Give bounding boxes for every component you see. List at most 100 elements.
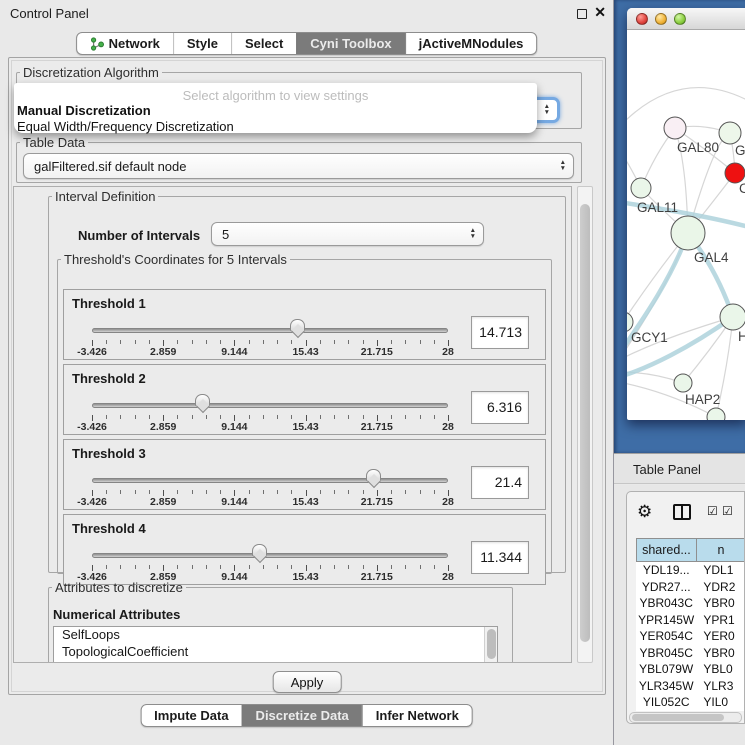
tab-label: Network [109,36,160,51]
tab-style[interactable]: Style [173,33,231,54]
slider-thumb[interactable] [195,394,210,406]
network-node-label: GAL11 [637,200,678,215]
slider-track[interactable] [92,553,448,558]
slider-tick [120,415,121,419]
threshold-value-field[interactable]: 6.316 [471,391,529,424]
slider-tick [192,490,193,494]
network-desktop: GAL80GACGAL11GAL4GCY1HHAP2 [614,0,745,453]
table-row[interactable]: YER054CYER0 [636,628,745,645]
tab-cyni-toolbox[interactable]: Cyni Toolbox [296,33,404,54]
table-panel: ⚙ ☑ ☑ shared...n YDL19...YDL1YDR27...YDR… [614,485,745,745]
slider-tick [106,565,107,569]
network-node-gal11[interactable] [631,178,651,198]
threshold-value-field[interactable]: 21.4 [471,466,529,499]
columns-icon[interactable] [673,504,691,520]
threshold-slider[interactable]: -3.4262.8599.14415.4321.71528 [92,365,448,436]
network-node-h[interactable] [720,304,745,330]
network-window-titlebar[interactable] [627,8,745,30]
scrollbar-thumb[interactable] [580,204,590,642]
threshold-value-field[interactable]: 11.344 [471,541,529,574]
slider-track[interactable] [92,403,448,408]
table-row[interactable]: YBL079WYBL0 [636,661,745,678]
table-row[interactable]: YBR043CYBR0 [636,595,745,612]
table-cell: YDL19... [636,562,696,579]
table-row[interactable]: YPR145WYPR1 [636,612,745,629]
algorithm-item-equal-width[interactable]: Equal Width/Frequency Discretization [14,119,537,135]
threshold-slider[interactable]: -3.4262.8599.14415.4321.71528 [92,515,448,586]
table-cell: YLR345W [636,678,696,695]
network-edge-thick[interactable] [627,317,733,377]
network-node-label: GAL80 [677,140,719,155]
table-horizontal-scrollbar[interactable] [629,712,742,723]
attribute-list-item[interactable]: TopologicalCoefficient [54,644,497,661]
slider-tick [206,340,207,344]
slider-tick [363,415,364,419]
slider-tick [420,415,421,419]
float-window-icon[interactable] [577,9,587,19]
threshold-slider[interactable]: -3.4262.8599.14415.4321.71528 [92,440,448,511]
slider-track[interactable] [92,328,448,333]
network-node-c[interactable] [725,163,745,183]
tab-label: Infer Network [376,708,459,723]
close-icon[interactable]: ✕ [594,4,606,21]
tab-select[interactable]: Select [231,33,296,54]
slider-tick [434,565,435,569]
slider-thumb[interactable] [290,319,305,331]
attribute-list-scrollbar[interactable] [484,627,497,663]
tab-network[interactable]: Network [77,33,173,54]
control-panel-titlebar: Control Panel ✕ [0,0,613,28]
network-node-ga[interactable] [719,122,741,144]
settings-vertical-scrollbar[interactable] [577,186,593,663]
network-node-gcy1[interactable] [627,312,633,332]
network-node-gal80[interactable] [664,117,686,139]
network-graph-canvas[interactable]: GAL80GACGAL11GAL4GCY1HHAP2 [627,30,745,420]
algorithm-dropdown-popup: Select algorithm to view settings Manual… [14,83,537,133]
network-node-gal4[interactable] [671,216,705,250]
table-column-header[interactable]: shared... [636,538,697,562]
table-row[interactable]: YDR27...YDR2 [636,579,745,596]
table-data-value: galFiltered.sif default node [34,159,186,174]
slider-thumb[interactable] [252,544,267,556]
select-all-checkbox-icon[interactable]: ☑ [707,504,718,518]
settings-gear-icon[interactable]: ⚙ [637,502,652,522]
apply-button[interactable]: Apply [273,671,342,693]
threshold-slider[interactable]: -3.4262.8599.14415.4321.71528 [92,290,448,361]
table-row[interactable]: YLR345WYLR3 [636,678,745,695]
network-node[interactable] [707,408,725,420]
slider-tick [220,565,221,569]
table-row[interactable]: YBR045CYBR0 [636,645,745,662]
algorithm-placeholder-item[interactable]: Select algorithm to view settings [14,88,537,103]
table-cell: YDR27... [636,579,696,596]
slider-tick [291,340,292,344]
tab-label: Select [245,36,283,51]
deselect-all-checkbox-icon[interactable]: ☑ [722,504,733,518]
number-of-intervals-value: 5 [222,227,229,242]
table-row[interactable]: YDL19...YDL1 [636,562,745,579]
slider-tick [277,565,278,569]
tab-impute-data[interactable]: Impute Data [141,705,241,726]
table-data-group-title: Table Data [20,135,88,150]
tab-label: Discretize Data [256,708,349,723]
slider-track[interactable] [92,478,448,483]
slider-thumb[interactable] [366,469,381,481]
zoom-traffic-light-icon[interactable] [674,13,686,25]
scrollbar-thumb[interactable] [632,714,724,721]
slider-tick [177,490,178,494]
network-edge[interactable] [627,88,745,125]
tab-jactivemnodules[interactable]: jActiveMNodules [405,33,537,54]
table-column-header[interactable]: n [697,538,745,562]
attribute-list-item[interactable]: SelfLoops [54,627,497,644]
close-traffic-light-icon[interactable] [636,13,648,25]
table-header-row: shared...n [636,538,745,562]
algorithm-item-manual[interactable]: Manual Discretization [14,103,537,119]
attribute-list-item[interactable]: BetweennessCentrality [54,660,497,663]
network-node-hap2[interactable] [674,374,692,392]
number-of-intervals-combobox[interactable]: 5 ▲▼ [211,222,484,246]
tab-discretize-data[interactable]: Discretize Data [242,705,362,726]
minimize-traffic-light-icon[interactable] [655,13,667,25]
tab-infer-network[interactable]: Infer Network [362,705,472,726]
table-row[interactable]: YIL052CYIL0 [636,694,745,711]
threshold-box: Threshold 4-3.4262.8599.14415.4321.71528… [63,514,546,585]
threshold-value-field[interactable]: 14.713 [471,316,529,349]
table-data-combobox[interactable]: galFiltered.sif default node ▲▼ [23,153,574,179]
